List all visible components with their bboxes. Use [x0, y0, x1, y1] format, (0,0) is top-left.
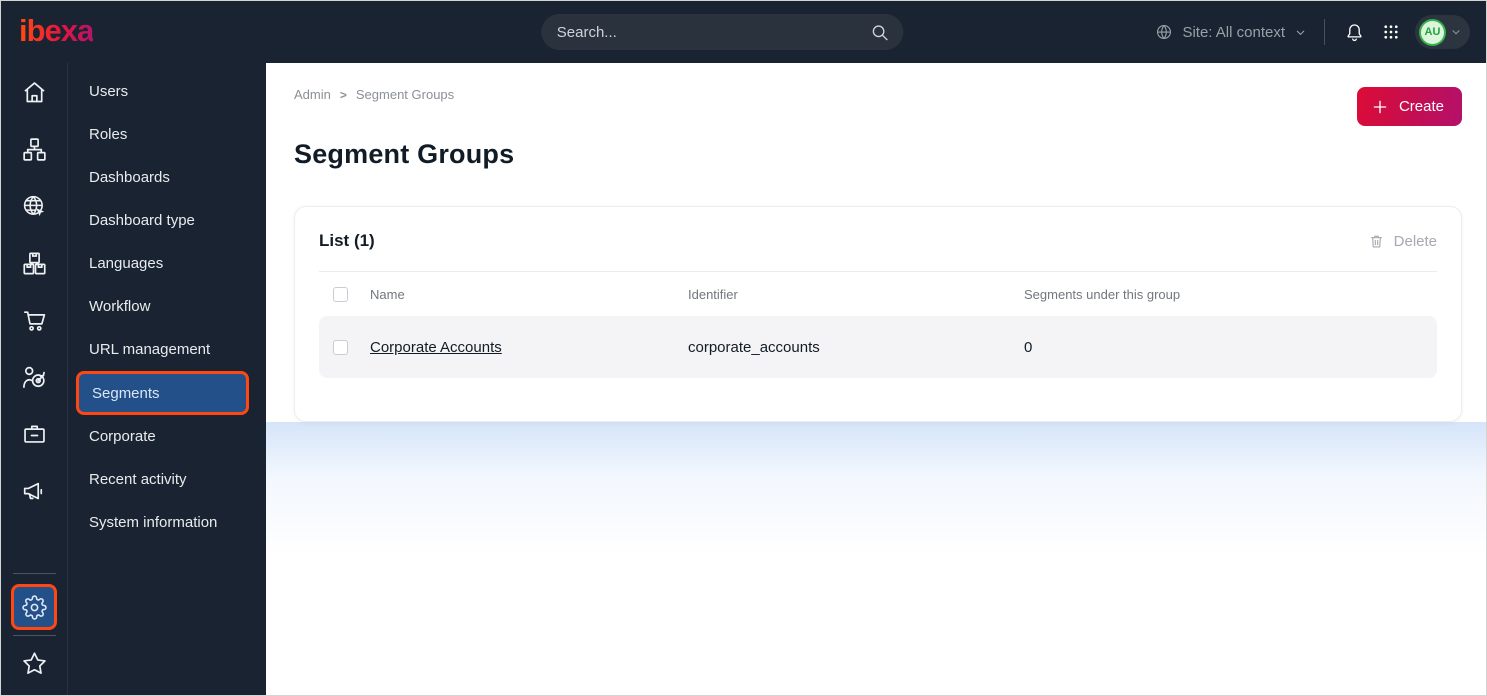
- menu-item-workflow[interactable]: Workflow: [68, 285, 266, 328]
- app-grid-icon: [1382, 23, 1400, 41]
- breadcrumb-separator: >: [339, 87, 347, 102]
- chevron-down-icon: [1294, 26, 1307, 39]
- table-row: Corporate Accounts corporate_accounts 0: [319, 316, 1437, 378]
- menu-item-segments[interactable]: Segments: [76, 371, 249, 415]
- site-context-selector[interactable]: Site: All context: [1155, 23, 1307, 41]
- commerce-cart-icon: [21, 307, 48, 334]
- site-context-label: Site: All context: [1182, 23, 1285, 41]
- content-tree-icon: [21, 136, 48, 163]
- admin-submenu: Users Roles Dashboards Dashboard type La…: [68, 63, 266, 695]
- card-glow: [266, 422, 1486, 557]
- sidebar-item-corporate[interactable]: [12, 412, 56, 456]
- bookmarks-star-icon: [21, 650, 48, 677]
- products-boxes-icon: [21, 250, 48, 277]
- breadcrumb: Admin > Segment Groups: [294, 87, 454, 102]
- sidebar-item-home[interactable]: [12, 70, 56, 114]
- plus-icon: [1371, 98, 1389, 116]
- menu-item-languages[interactable]: Languages: [68, 242, 266, 285]
- delete-button[interactable]: Delete: [1368, 233, 1437, 250]
- notifications-button[interactable]: [1342, 20, 1367, 45]
- ibexa-admin-screen: ibexa Site: All context: [0, 0, 1487, 696]
- sidebar-item-site[interactable]: [12, 184, 56, 228]
- avatar: AU: [1419, 18, 1446, 46]
- marketing-megaphone-icon: [21, 478, 48, 505]
- chevron-down-icon: [1450, 26, 1462, 38]
- app-switcher-button[interactable]: [1380, 21, 1402, 43]
- sidebar-item-bookmarks[interactable]: [12, 641, 56, 685]
- breadcrumb-admin[interactable]: Admin: [294, 87, 331, 102]
- menu-item-dashboards[interactable]: Dashboards: [68, 156, 266, 199]
- delete-button-label: Delete: [1393, 232, 1437, 250]
- sidebar-item-marketing[interactable]: [12, 469, 56, 513]
- menu-item-system-information[interactable]: System information: [68, 501, 266, 544]
- menu-item-dashboard-type[interactable]: Dashboard type: [68, 199, 266, 242]
- table-header: Name Identifier Segments under this grou…: [319, 272, 1437, 316]
- list-card-title: List (1): [319, 231, 375, 250]
- segment-group-count: 0: [1024, 338, 1033, 356]
- sidebar-item-content[interactable]: [12, 127, 56, 171]
- sidebar-item-admin-settings[interactable]: [11, 584, 57, 630]
- icon-rail: [1, 63, 68, 695]
- segment-groups-list-card: List (1) Delete Name Identifier Segments…: [294, 206, 1462, 422]
- sidebar-item-commerce[interactable]: [12, 298, 56, 342]
- corporate-badge-icon: [21, 421, 48, 448]
- column-header-segments-count: Segments under this group: [1024, 286, 1181, 302]
- segment-group-link[interactable]: Corporate Accounts: [370, 339, 688, 356]
- main-content: Admin > Segment Groups Create Segment Gr…: [266, 63, 1486, 695]
- menu-item-roles[interactable]: Roles: [68, 113, 266, 156]
- menu-item-corporate[interactable]: Corporate: [68, 415, 266, 458]
- menu-item-users[interactable]: Users: [68, 70, 266, 113]
- globe-icon: [1155, 23, 1173, 41]
- column-header-identifier: Identifier: [688, 286, 738, 302]
- home-icon: [21, 79, 48, 106]
- site-globe-icon: [21, 193, 48, 220]
- rail-divider: [12, 573, 56, 574]
- column-header-name: Name: [370, 286, 405, 302]
- topbar-right: Site: All context AU: [1155, 15, 1470, 49]
- create-button-label: Create: [1398, 98, 1444, 115]
- topbar-divider: [1324, 19, 1325, 45]
- row-checkbox[interactable]: [333, 339, 348, 355]
- trash-icon: [1368, 233, 1385, 250]
- personalization-target-icon: [21, 364, 48, 391]
- bell-icon: [1344, 22, 1365, 43]
- select-all-checkbox[interactable]: [333, 286, 348, 302]
- search-icon[interactable]: [870, 23, 889, 42]
- search-input[interactable]: [556, 23, 870, 41]
- create-button[interactable]: Create: [1356, 87, 1462, 126]
- user-menu[interactable]: AU: [1415, 15, 1470, 49]
- rail-divider: [12, 635, 56, 636]
- menu-item-recent-activity[interactable]: Recent activity: [68, 458, 266, 501]
- settings-gear-icon: [21, 594, 47, 620]
- topbar: ibexa Site: All context: [1, 1, 1486, 63]
- breadcrumb-current: Segment Groups: [355, 87, 455, 102]
- sidebar-item-products[interactable]: [12, 241, 56, 285]
- menu-item-url-management[interactable]: URL management: [68, 328, 266, 371]
- sidebar-item-personalization[interactable]: [12, 355, 56, 399]
- global-search: [540, 14, 903, 50]
- segment-group-identifier: corporate_accounts: [688, 338, 820, 356]
- ibexa-logo[interactable]: ibexa: [19, 15, 94, 50]
- page-title: Segment Groups: [294, 139, 515, 169]
